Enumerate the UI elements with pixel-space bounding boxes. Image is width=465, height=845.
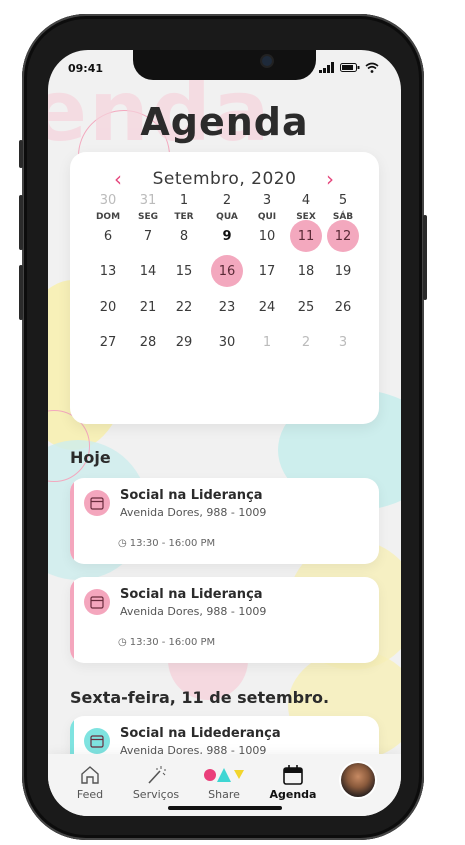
status-time: 09:41 — [68, 62, 104, 75]
calendar-day[interactable]: 14 — [132, 255, 164, 287]
nav-services[interactable]: Serviços — [126, 762, 186, 801]
calendar-day[interactable]: 27 — [92, 326, 124, 358]
wifi-icon — [365, 62, 379, 73]
calendar-glyph — [90, 596, 104, 609]
signal-icon — [319, 62, 334, 73]
calendar-day[interactable]: 31 — [132, 184, 164, 216]
calendar-day[interactable]: 25 — [290, 291, 322, 323]
calendar-day[interactable]: 2 — [290, 326, 322, 358]
status-icons — [319, 62, 379, 73]
event-accent-bar — [70, 478, 74, 564]
event-time: ◷ 13:30 - 16:00 PM — [118, 637, 215, 648]
app-screen: enda 09:41 Agenda ‹ Setembro, 2020 › DOM… — [48, 50, 401, 816]
calendar-icon — [84, 589, 110, 615]
nav-agenda[interactable]: Agenda — [263, 762, 323, 801]
clock-icon: ◷ — [118, 637, 127, 648]
calendar-day[interactable]: 23 — [211, 291, 243, 323]
calendar-day[interactable]: 21 — [132, 291, 164, 323]
calendar-day[interactable]: 26 — [327, 291, 359, 323]
calendar-day[interactable]: 12 — [327, 220, 359, 252]
calendar-day[interactable]: 24 — [251, 291, 283, 323]
calendar-day[interactable]: 22 — [168, 291, 200, 323]
calendar-icon — [84, 490, 110, 516]
calendar-day[interactable]: 9 — [211, 220, 243, 252]
clock-icon: ◷ — [118, 538, 127, 549]
event-title: Social na Liderança — [120, 488, 263, 503]
event-time-text: 13:30 - 16:00 PM — [129, 637, 216, 648]
calendar-day[interactable]: 29 — [168, 326, 200, 358]
home-icon — [81, 766, 99, 784]
calendar-glyph — [90, 497, 104, 510]
calendar-day[interactable]: 1 — [168, 184, 200, 216]
page-title: Agenda — [140, 100, 309, 144]
battery-icon — [340, 63, 360, 72]
nav-share[interactable]: Share — [194, 762, 254, 801]
event-time-text: 13:30 - 16:00 PM — [129, 538, 216, 549]
section-today-title: Hoje — [70, 448, 111, 467]
section-next-title: Sexta-feira, 11 de setembro. — [70, 688, 330, 707]
calendar-day[interactable]: 30 — [92, 184, 124, 216]
nav-services-label: Serviços — [132, 788, 180, 801]
nav-feed-label: Feed — [76, 788, 104, 801]
calendar-day[interactable]: 4 — [290, 184, 322, 216]
calendar-day[interactable]: 16 — [211, 255, 243, 287]
calendar-day[interactable]: 20 — [92, 291, 124, 323]
event-card[interactable]: Social na Liderança Avenida Dores, 988 -… — [70, 577, 379, 663]
calendar-day[interactable]: 3 — [251, 184, 283, 216]
calendar-day[interactable]: 3 — [327, 326, 359, 358]
calendar-day[interactable]: 6 — [92, 220, 124, 252]
event-accent-bar — [70, 577, 74, 663]
nav-feed[interactable]: Feed — [60, 762, 120, 801]
event-title: Social na Lidederança — [120, 726, 281, 741]
calendar-day[interactable]: 10 — [251, 220, 283, 252]
event-title: Social na Liderança — [120, 587, 263, 602]
calendar-day[interactable]: 30 — [211, 326, 243, 358]
volume-up-button — [19, 195, 23, 250]
calendar-day[interactable]: 15 — [168, 255, 200, 287]
front-camera — [262, 56, 272, 66]
avatar[interactable] — [341, 763, 375, 797]
nav-share-label: Share — [208, 788, 240, 801]
volume-down-button — [19, 265, 23, 320]
calendar-day[interactable]: 5 — [327, 184, 359, 216]
event-address: Avenida Dores, 988 - 1009 — [120, 605, 267, 618]
calendar-day[interactable]: 13 — [92, 255, 124, 287]
calendar-day[interactable]: 8 — [168, 220, 200, 252]
calendar-day[interactable]: 28 — [132, 326, 164, 358]
calendar-day[interactable]: 7 — [132, 220, 164, 252]
shapes-icon — [204, 768, 244, 782]
calendar-day[interactable]: 17 — [251, 255, 283, 287]
magic-wand-icon — [148, 766, 166, 784]
calendar-day[interactable]: 2 — [211, 184, 243, 216]
event-time: ◷ 13:30 - 16:00 PM — [118, 538, 215, 549]
nav-agenda-label: Agenda — [269, 788, 317, 801]
calendar-day[interactable]: 11 — [290, 220, 322, 252]
power-button — [423, 215, 427, 300]
mute-switch — [19, 140, 23, 168]
calendar-icon — [283, 765, 303, 785]
notch — [133, 50, 316, 80]
calendar-day[interactable]: 18 — [290, 255, 322, 287]
event-address: Avenida Dores, 988 - 1009 — [120, 506, 267, 519]
event-card[interactable]: Social na Liderança Avenida Dores, 988 -… — [70, 478, 379, 564]
home-indicator — [168, 806, 282, 810]
calendar-glyph — [90, 735, 104, 748]
calendar-day[interactable]: 1 — [251, 326, 283, 358]
calendar-icon — [84, 728, 110, 754]
calendar-day[interactable]: 19 — [327, 255, 359, 287]
calendar-card: ‹ Setembro, 2020 › DOM SEG TER QUA QUI SEX SÁB… — [70, 152, 379, 424]
